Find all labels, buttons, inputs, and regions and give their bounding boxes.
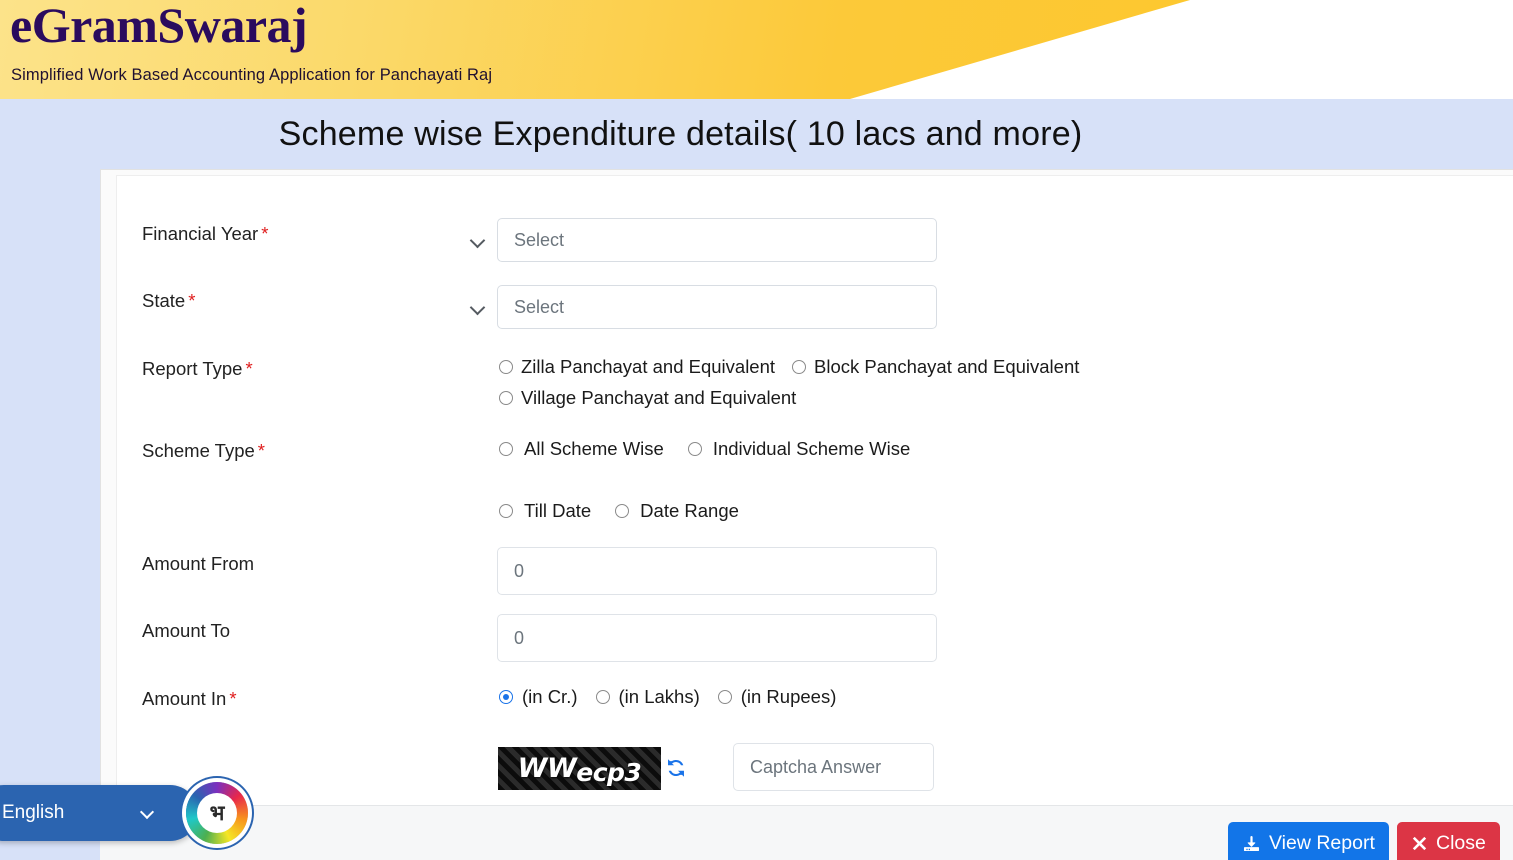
radio-indicator[interactable] [499, 442, 513, 456]
chevron-down-icon [469, 232, 486, 249]
scheme-type-radio-group: All Scheme Wise Individual Scheme Wise [499, 438, 910, 460]
captcha-text-lower: ecp3 [576, 758, 642, 787]
radio-indicator[interactable] [499, 391, 513, 405]
close-label: Close [1436, 832, 1486, 854]
radio-label: (in Cr.) [522, 686, 578, 707]
captcha-text-upper: WW [517, 753, 577, 784]
captcha-image-text: WWecp3 [517, 753, 642, 787]
radio-indicator[interactable] [717, 690, 732, 704]
amount-from-input[interactable] [497, 547, 937, 595]
report-modal: Financial Year* Select State* Select R [100, 169, 1513, 860]
required-asterisk: * [257, 440, 265, 461]
radio-village-panchayat[interactable]: Village Panchayat and Equivalent [499, 387, 796, 409]
radio-label: (in Lakhs) [618, 686, 700, 707]
app-root: eGramSwaraj Simplified Work Based Accoun… [0, 0, 1513, 860]
scheme-type-label: Scheme Type * [142, 440, 265, 461]
required-asterisk: * [245, 358, 253, 379]
brand-subtitle: Simplified Work Based Accounting Applica… [11, 66, 493, 84]
report-type-label: Report Type * [142, 358, 253, 379]
amount-to-label: Amount To [142, 620, 231, 641]
state-select[interactable]: Select [497, 285, 937, 329]
amount-in-radio-group: (in Cr.) (in Lakhs) (in Rupees) [499, 686, 836, 708]
amount-to-input[interactable] [497, 614, 937, 662]
report-form-card: Financial Year* Select State* Select R [116, 175, 1513, 807]
required-asterisk: * [229, 688, 237, 709]
report-type-radio-group-row2: Village Panchayat and Equivalent [499, 387, 796, 409]
radio-date-range[interactable]: Date Range [615, 500, 739, 522]
page-title: Scheme wise Expenditure details( 10 lacs… [278, 114, 1083, 153]
captcha-image: WWecp3 [498, 747, 661, 790]
bhashini-badge[interactable]: भ [186, 782, 248, 844]
radio-indicator[interactable] [687, 442, 702, 456]
financial-year-select[interactable]: Select [497, 218, 937, 262]
captcha-answer-input[interactable] [733, 743, 934, 791]
bhashini-glyph: भ [197, 793, 237, 833]
view-report-button[interactable]: View Report [1228, 822, 1389, 860]
radio-label: Village Panchayat and Equivalent [521, 387, 797, 408]
radio-in-cr[interactable]: (in Cr.) [499, 686, 578, 708]
radio-label: (in Rupees) [740, 686, 837, 707]
refresh-icon[interactable] [665, 757, 687, 779]
radio-indicator[interactable] [499, 690, 513, 704]
radio-zilla-panchayat[interactable]: Zilla Panchayat and Equivalent [499, 356, 775, 378]
required-asterisk: * [188, 290, 196, 311]
radio-in-lakhs[interactable]: (in Lakhs) [595, 686, 700, 708]
radio-indicator[interactable] [792, 360, 807, 374]
required-asterisk: * [261, 223, 269, 244]
language-selector[interactable]: English [0, 785, 198, 841]
radio-indicator[interactable] [499, 504, 513, 518]
chevron-down-icon [469, 299, 486, 316]
amount-from-label: Amount From [142, 553, 255, 574]
download-icon [1242, 834, 1261, 853]
radio-block-panchayat[interactable]: Block Panchayat and Equivalent [792, 356, 1079, 378]
radio-indicator[interactable] [499, 360, 513, 374]
close-x-icon [1411, 835, 1428, 852]
chevron-down-icon[interactable] [139, 804, 155, 820]
date-mode-radio-group: Till Date Date Range [499, 500, 739, 522]
report-type-radio-group-row1: Zilla Panchayat and Equivalent Block Pan… [499, 356, 1079, 378]
radio-label: Zilla Panchayat and Equivalent [521, 356, 776, 377]
radio-till-date[interactable]: Till Date [499, 500, 591, 522]
page-title-bar: Scheme wise Expenditure details( 10 lacs… [0, 99, 1513, 169]
language-label: English [2, 802, 65, 823]
brand-title: eGramSwaraj [10, 0, 308, 53]
radio-individual-scheme-wise[interactable]: Individual Scheme Wise [687, 438, 911, 460]
radio-label: Individual Scheme Wise [712, 438, 911, 459]
radio-label: Block Panchayat and Equivalent [814, 356, 1080, 377]
radio-in-rupees[interactable]: (in Rupees) [717, 686, 837, 708]
amount-in-label: Amount In * [142, 688, 237, 709]
radio-label: Date Range [640, 500, 739, 521]
financial-year-label: Financial Year * [142, 223, 269, 244]
close-button[interactable]: Close [1397, 822, 1500, 860]
radio-label: All Scheme Wise [524, 438, 664, 459]
radio-label: Till Date [524, 500, 592, 521]
state-label: State * [142, 290, 196, 311]
radio-all-scheme-wise[interactable]: All Scheme Wise [499, 438, 664, 460]
brand-header: eGramSwaraj Simplified Work Based Accoun… [0, 0, 1513, 99]
radio-indicator[interactable] [615, 504, 630, 518]
view-report-label: View Report [1269, 832, 1375, 854]
radio-indicator[interactable] [595, 690, 610, 704]
